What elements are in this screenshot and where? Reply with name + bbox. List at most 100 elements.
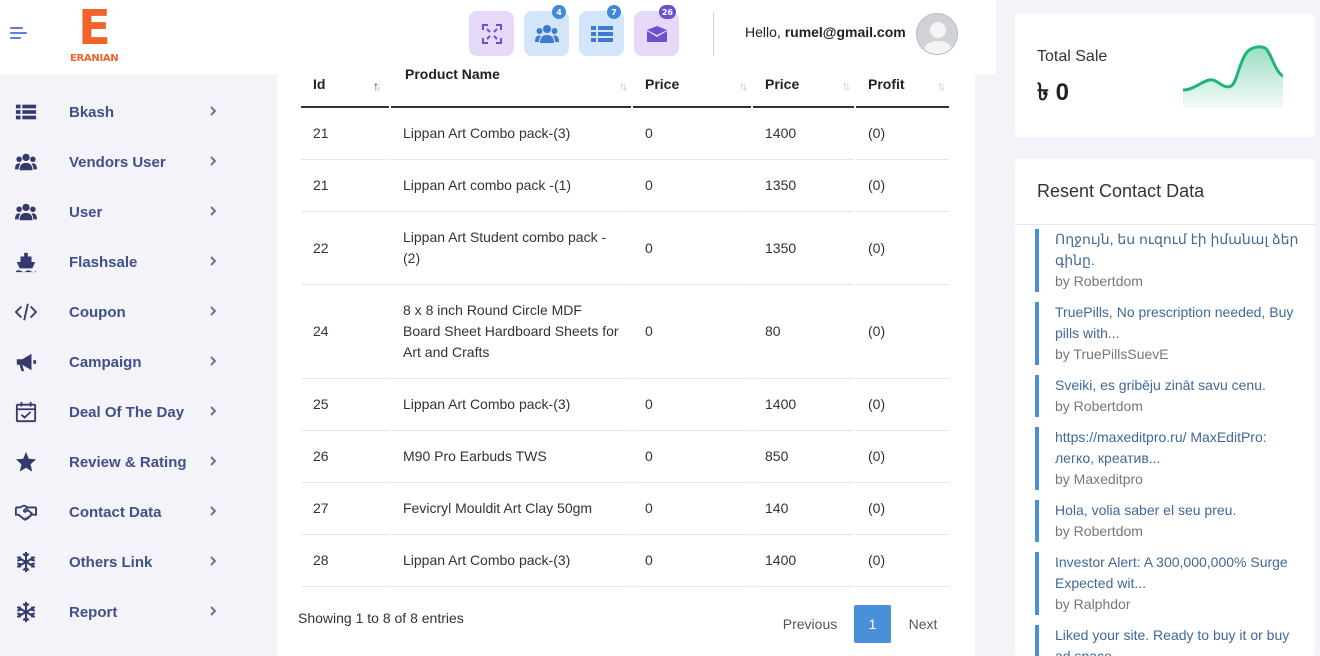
sort-icon: ↑↓ — [937, 79, 946, 93]
contact-message: Investor Alert: A 300,000,000% Surge Exp… — [1055, 554, 1288, 591]
logo-text: ERANIAN — [70, 53, 119, 64]
users-button[interactable]: 4 — [524, 5, 569, 56]
chevron-right-icon — [208, 305, 218, 320]
table-row: 27 Fevicryl Mouldit Art Clay 50gm 0 140 … — [301, 483, 949, 535]
cell-price: 0 — [633, 212, 751, 285]
users-icon — [14, 150, 38, 174]
cell-price: 0 — [633, 160, 751, 212]
cell-profit: (0) — [856, 160, 949, 212]
column-header-profit[interactable]: Profit ↑↓ — [856, 74, 949, 108]
logo-area: E ERANIAN — [0, 0, 256, 74]
sidebar-item-coupon[interactable]: Coupon — [0, 287, 256, 337]
list-item[interactable]: Investor Alert: A 300,000,000% Surge Exp… — [1035, 552, 1303, 615]
cell-product-name: Lippan Art Combo pack-(3) — [391, 379, 631, 431]
list-item[interactable]: https://maxeditpro.ru/ MaxEditPro: легко… — [1035, 427, 1303, 490]
list-count-badge: 7 — [607, 5, 621, 19]
sort-icon: ↑↓ — [739, 79, 748, 93]
contact-message: https://maxeditpro.ru/ MaxEditPro: легко… — [1055, 429, 1267, 466]
list-item[interactable]: TruePills, No prescription needed, Buy p… — [1035, 302, 1303, 365]
contact-message: TruePills, No prescription needed, Buy p… — [1055, 304, 1294, 341]
megaphone-icon — [14, 350, 38, 374]
list-item[interactable]: Ողջույն, ես ուզում էի իմանալ ձեր գինը. b… — [1035, 229, 1303, 292]
sidebar-item-label: Review & Rating — [69, 453, 187, 471]
list-item[interactable]: Hola, volia saber el seu preu. by Robert… — [1035, 500, 1303, 542]
logo-letter: E — [78, 0, 111, 56]
table-row: 25 Lippan Art Combo pack-(3) 0 1400 (0) — [301, 379, 949, 431]
list-item[interactable]: Liked your site. Ready to buy it or buy … — [1035, 625, 1303, 656]
sidebar-item-user[interactable]: User — [0, 187, 256, 237]
total-sale-value: ৳ 0 — [1037, 79, 1069, 106]
chevron-right-icon — [208, 405, 218, 420]
cell-id: 22 — [301, 212, 389, 285]
sidebar-item-label: Others Link — [69, 553, 153, 571]
cell-id: 21 — [301, 108, 389, 160]
chevron-right-icon — [208, 205, 218, 220]
cell-product-name: Lippan Art combo pack -(1) — [391, 160, 631, 212]
sidebar-item-others-link[interactable]: Others Link — [0, 537, 256, 587]
recent-contacts-card: Resent Contact Data Ողջույն, ես ուզում է… — [1015, 159, 1315, 656]
cell-product-name: M90 Pro Earbuds TWS — [391, 431, 631, 483]
table-row: 26 M90 Pro Earbuds TWS 0 850 (0) — [301, 431, 949, 483]
pagination-page-1[interactable]: 1 — [854, 605, 891, 643]
snowflake-icon — [14, 600, 38, 624]
sidebar-item-bkash[interactable]: Bkash — [0, 87, 256, 137]
sort-icon: ↑↓ — [842, 79, 851, 93]
column-header-price-2[interactable]: Price ↑↓ — [753, 74, 854, 108]
greeting-text: Hello, — [745, 24, 781, 40]
sale-sparkline — [1183, 45, 1283, 108]
avatar[interactable] — [916, 13, 958, 55]
column-header-product-name[interactable]: Product Name ↑↓ — [391, 66, 631, 108]
calendar-check-icon — [14, 400, 38, 424]
sidebar: E ERANIAN Bkash Vendors User User Flashs… — [0, 0, 256, 656]
contact-author: by TruePillsSuevE — [1055, 346, 1169, 362]
mail-button[interactable]: 26 — [634, 5, 679, 56]
table-row: 24 8 x 8 inch Round Circle MDF Board She… — [301, 285, 949, 379]
chevron-right-icon — [208, 555, 218, 570]
brand-logo[interactable]: E ERANIAN — [70, 0, 126, 66]
sidebar-item-vendors-user[interactable]: Vendors User — [0, 137, 256, 187]
sidebar-item-campaign[interactable]: Campaign — [0, 337, 256, 387]
column-header-id[interactable]: Id ↑↓ — [301, 74, 389, 108]
column-header-price[interactable]: Price ↑↓ — [633, 74, 751, 108]
pagination-next[interactable]: Next — [900, 605, 946, 643]
cell-price-2: 1400 — [753, 108, 854, 160]
menu-toggle-icon[interactable] — [10, 27, 27, 41]
header-divider — [713, 12, 714, 56]
chevron-right-icon — [208, 355, 218, 370]
sidebar-item-label: Campaign — [69, 353, 142, 371]
cell-profit: (0) — [856, 535, 949, 587]
sidebar-item-deal-of-the-day[interactable]: Deal Of The Day — [0, 387, 256, 437]
pagination-previous[interactable]: Previous — [774, 605, 846, 643]
contacts-list: Ողջույն, ես ուզում էի իմանալ ձեր գինը. b… — [1035, 229, 1303, 656]
contact-message: Liked your site. Ready to buy it or buy … — [1055, 627, 1290, 656]
list-button[interactable]: 7 — [579, 5, 624, 56]
sidebar-item-label: Deal Of The Day — [69, 403, 185, 421]
cell-id: 27 — [301, 483, 389, 535]
cell-price-2: 850 — [753, 431, 854, 483]
cell-id: 25 — [301, 379, 389, 431]
contact-author: by Maxeditpro — [1055, 471, 1143, 487]
contact-message: Ողջույն, ես ուզում էի իմանալ ձեր գինը. — [1055, 231, 1299, 268]
ship-icon — [14, 250, 38, 274]
list-item[interactable]: Sveiki, es gribēju zināt savu cenu. by R… — [1035, 375, 1303, 417]
cell-product-name: Lippan Art Student combo pack -(2) — [391, 212, 631, 285]
chevron-right-icon — [208, 455, 218, 470]
cell-profit: (0) — [856, 483, 949, 535]
sidebar-item-review-rating[interactable]: Review & Rating — [0, 437, 256, 487]
contact-message: Sveiki, es gribēju zināt savu cenu. — [1055, 377, 1266, 393]
products-table-card: Id ↑↓ Product Name ↑↓ Price ↑↓ Price ↑↓ … — [277, 66, 975, 656]
sidebar-item-report[interactable]: Report — [0, 587, 256, 637]
divider — [1015, 224, 1315, 225]
users-count-badge: 4 — [552, 5, 566, 19]
fullscreen-button[interactable] — [469, 11, 514, 56]
cell-price: 0 — [633, 379, 751, 431]
sidebar-item-label: Vendors User — [69, 153, 166, 171]
contact-author: by Robertdom — [1055, 523, 1143, 539]
user-greeting: Hello, rumel@gmail.com — [745, 24, 906, 40]
sidebar-item-contact-data[interactable]: Contact Data — [0, 487, 256, 537]
user-avatar-icon — [917, 14, 957, 54]
sidebar-item-flashsale[interactable]: Flashsale — [0, 237, 256, 287]
cell-price: 0 — [633, 285, 751, 379]
cell-price-2: 1400 — [753, 535, 854, 587]
sort-icon: ↑↓ — [619, 79, 628, 93]
